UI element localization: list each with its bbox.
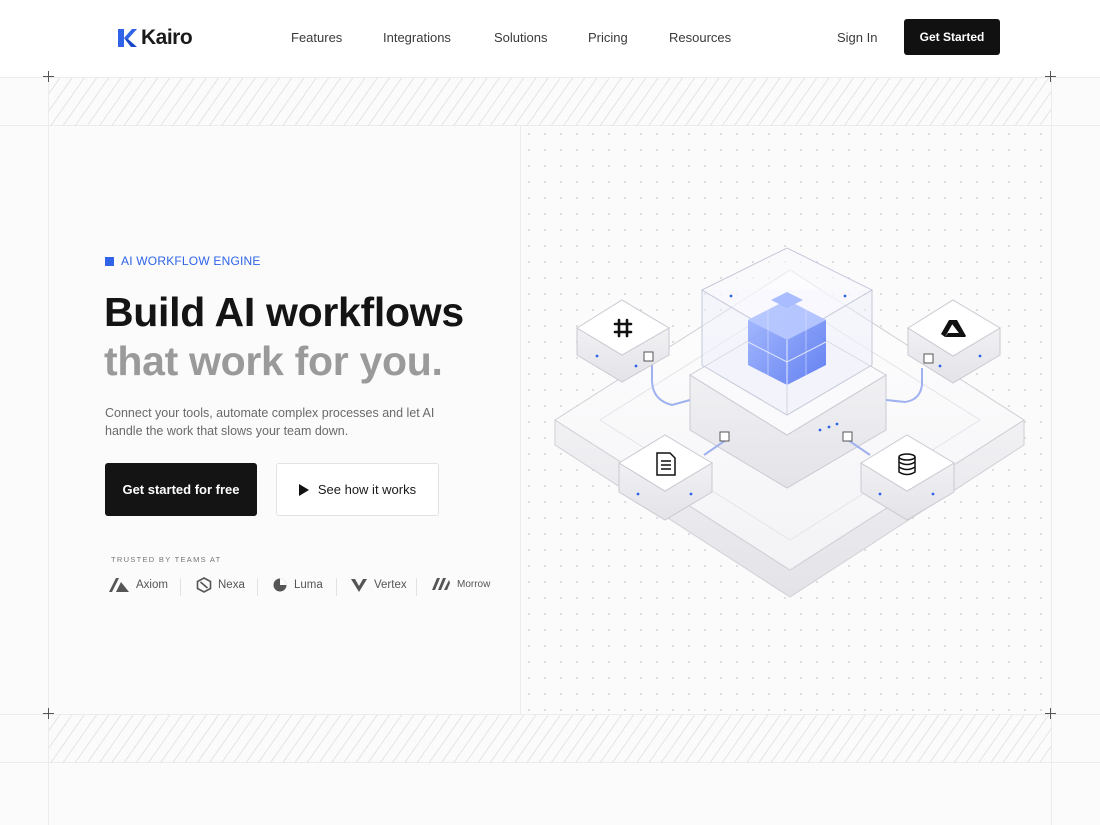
logo-divider (416, 578, 417, 596)
eyebrow: AI WORKFLOW ENGINE (105, 254, 261, 268)
sign-in-link[interactable]: Sign In (837, 30, 877, 45)
luma-logo-icon (273, 578, 287, 592)
logo-divider (180, 578, 181, 596)
play-icon (298, 483, 309, 496)
hero-subtext: Connect your tools, automate complex pro… (105, 406, 435, 438)
brand-logo[interactable]: Kairo (116, 26, 193, 50)
company-name: Axiom (136, 579, 168, 591)
headline-line-1: Build AI workflows (104, 289, 464, 335)
site-header: Kairo Features Integrations Solutions Pr… (0, 0, 1100, 77)
square-bullet-icon (105, 256, 114, 266)
logo-divider (257, 578, 258, 596)
company-logo-morrow: Morrow (431, 577, 490, 591)
hatch-band-top (49, 78, 1051, 126)
crosshair-icon (43, 71, 54, 82)
company-name: Nexa (218, 579, 245, 591)
hatch-band-bottom (49, 715, 1051, 763)
company-logo-nexa: Nexa (196, 577, 245, 593)
nexa-logo-icon (196, 577, 212, 593)
customer-logos: Axiom Nexa Luma Vertex Morrow (108, 577, 498, 597)
morrow-logo-icon (432, 578, 450, 590)
company-name: Vertex (374, 579, 407, 591)
see-how-it-works-button[interactable]: See how it works (276, 463, 439, 516)
company-logo-vertex: Vertex (350, 577, 407, 593)
trusted-label: TRUSTED BY TEAMS AT (111, 555, 222, 564)
get-started-free-button[interactable]: Get started for free (105, 463, 257, 516)
crosshair-icon (1045, 71, 1056, 82)
company-name: Morrow (457, 578, 491, 590)
axiom-logo-icon (109, 578, 129, 592)
nav-link-solutions[interactable]: Solutions (494, 30, 547, 45)
eyebrow-label: AI WORKFLOW ENGINE (121, 254, 261, 268)
crosshair-icon (43, 708, 54, 719)
workflow-illustration (554, 247, 1025, 598)
hero-headline: Build AI workflows that work for you. (104, 288, 464, 386)
brand-name: Kairo (141, 26, 193, 49)
company-name: Luma (294, 579, 323, 591)
vertex-logo-icon (351, 579, 367, 592)
logo-divider (336, 578, 337, 596)
company-logo-luma: Luma (272, 577, 323, 593)
kairo-logo-icon (118, 29, 137, 47)
nav-link-features[interactable]: Features (291, 30, 342, 45)
company-logo-axiom: Axiom (108, 577, 168, 593)
nav-link-pricing[interactable]: Pricing (588, 30, 628, 45)
nav-link-resources[interactable]: Resources (669, 30, 731, 45)
headline-line-2: that work for you. (104, 338, 443, 384)
get-started-button[interactable]: Get Started (904, 19, 1000, 55)
see-how-label: See how it works (317, 482, 417, 497)
nav-link-integrations[interactable]: Integrations (383, 30, 451, 45)
